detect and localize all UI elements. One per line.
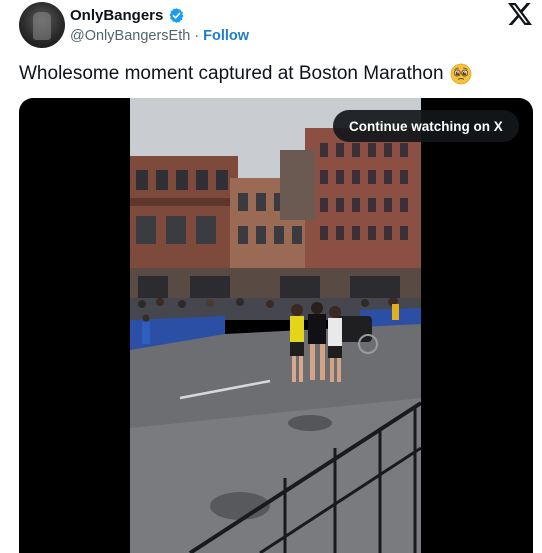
verified-badge-icon [169, 7, 184, 23]
pleading-face-emoji [450, 63, 471, 85]
video-frame[interactable] [130, 98, 421, 553]
follow-button[interactable]: Follow [203, 28, 249, 44]
handle[interactable]: @OnlyBangersEth [70, 28, 190, 44]
media-container[interactable]: Continue watching on X [19, 98, 533, 553]
author-name-row: OnlyBangers [70, 5, 185, 25]
separator: · [194, 28, 200, 44]
display-name[interactable]: OnlyBangers [70, 7, 163, 24]
tweet-embed: OnlyBangers @OnlyBangersEth · Follow Who… [0, 0, 542, 553]
handle-row: @OnlyBangersEth · Follow [70, 27, 249, 45]
continue-watching-button[interactable]: Continue watching on X [333, 110, 519, 142]
marathon-video-still [130, 98, 421, 553]
tweet-text-row: Wholesome moment captured at Boston Mara… [19, 62, 472, 86]
tweet-text: Wholesome moment captured at Boston Mara… [19, 63, 444, 84]
avatar[interactable] [19, 2, 65, 48]
x-logo-icon[interactable] [508, 3, 532, 25]
